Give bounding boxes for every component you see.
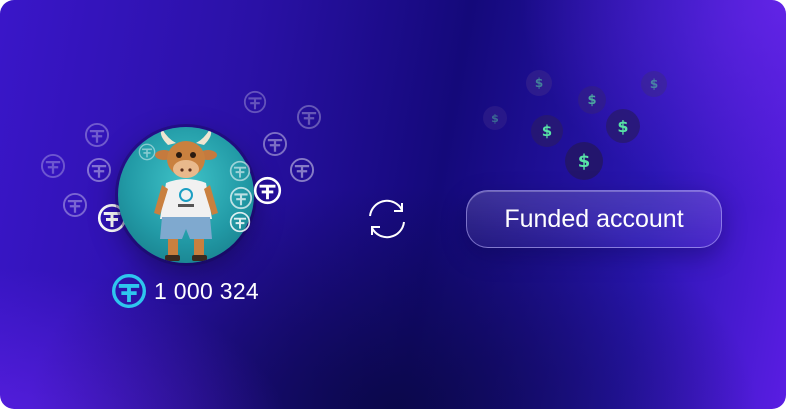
balance: 1 000 324 bbox=[112, 274, 259, 308]
promo-card: 1 000 324 $ $ $ $ $ $ $ Funded account bbox=[0, 0, 786, 409]
dollar-coin-icon: $ bbox=[578, 86, 606, 114]
dollar-coin-icon: $ bbox=[531, 115, 563, 147]
token-coin-icon bbox=[296, 104, 322, 130]
token-coin-icon bbox=[40, 153, 66, 179]
dollar-coin-icon: $ bbox=[483, 106, 507, 130]
token-coin-icon bbox=[62, 192, 88, 218]
funded-account-button[interactable]: Funded account bbox=[466, 190, 722, 248]
token-coin-icon bbox=[138, 143, 156, 161]
token-coin-icon bbox=[229, 160, 251, 182]
dollar-coin-icon: $ bbox=[606, 109, 640, 143]
balance-amount: 1 000 324 bbox=[154, 277, 260, 304]
token-coin-icon bbox=[84, 122, 110, 148]
dollar-coin-icon: $ bbox=[565, 142, 603, 180]
token-coin-icon bbox=[229, 211, 251, 233]
token-coin-icon bbox=[243, 90, 267, 114]
dollar-coin-icon: $ bbox=[641, 71, 667, 97]
swap-icon bbox=[362, 194, 412, 244]
token-coin-icon bbox=[86, 157, 112, 183]
token-coin-icon bbox=[229, 186, 253, 210]
token-icon bbox=[112, 274, 146, 308]
token-coin-icon bbox=[262, 131, 288, 157]
token-coin-icon bbox=[289, 157, 315, 183]
token-coin-icon bbox=[253, 176, 282, 205]
dollar-coin-icon: $ bbox=[526, 70, 552, 96]
